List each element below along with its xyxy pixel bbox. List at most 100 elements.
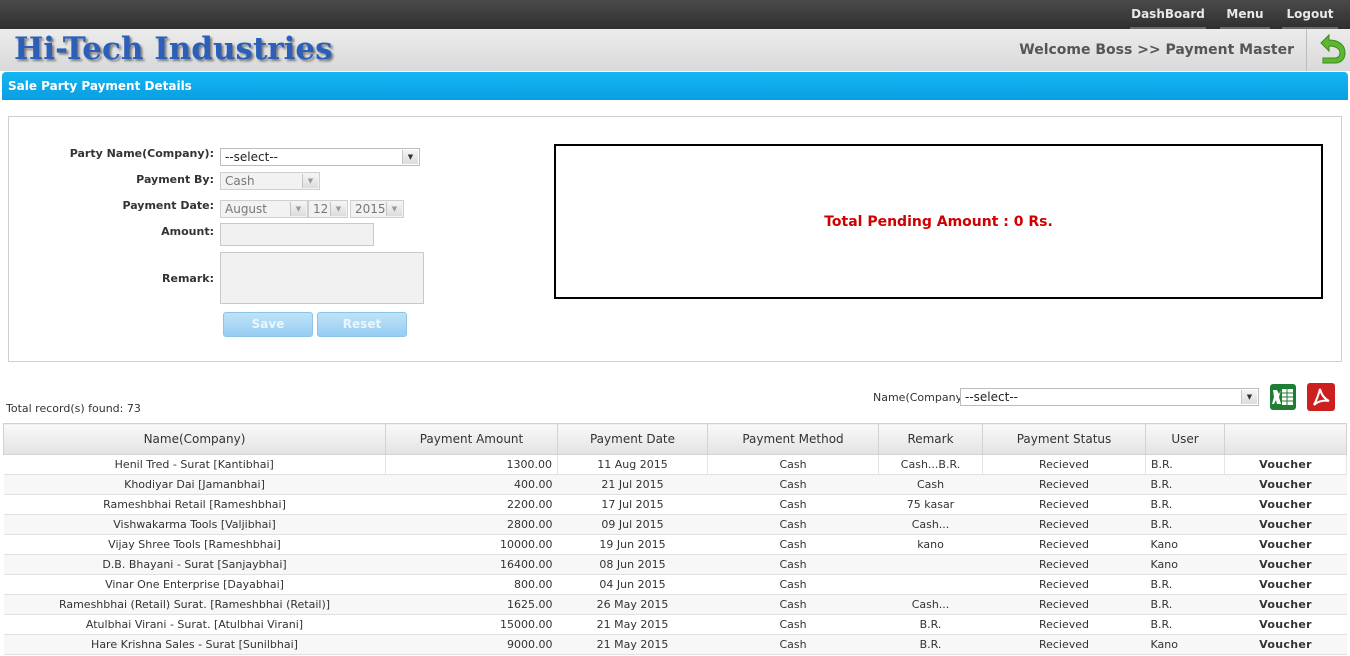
pdf-export-icon bbox=[1307, 383, 1335, 411]
chevron-down-icon: ▼ bbox=[290, 202, 306, 216]
payment-year-select[interactable]: 2015 ▼ bbox=[350, 200, 404, 218]
pdf-export-button[interactable] bbox=[1305, 381, 1337, 413]
cell-amount: 2800.00 bbox=[385, 514, 558, 535]
cell-amount: 10000.00 bbox=[385, 534, 558, 555]
chevron-down-icon: ▼ bbox=[330, 202, 346, 216]
voucher-link[interactable]: Voucher bbox=[1224, 534, 1347, 555]
cell-amount: 2200.00 bbox=[385, 494, 558, 515]
amount-input[interactable] bbox=[220, 223, 374, 246]
nav-dashboard-link[interactable]: DashBoard bbox=[1130, 0, 1206, 29]
cell-method: Cash bbox=[707, 474, 879, 495]
cell-company: D.B. Bhayani - Surat [Sanjaybhai] bbox=[3, 554, 386, 575]
cell-date: 04 Jun 2015 bbox=[557, 574, 708, 595]
cell-status: Recieved bbox=[982, 634, 1146, 655]
cell-method: Cash bbox=[707, 534, 879, 555]
cell-user: B.R. bbox=[1145, 594, 1225, 615]
cell-company: Henil Tred - Surat [Kantibhai] bbox=[3, 454, 386, 475]
cell-user: Kano bbox=[1145, 634, 1225, 655]
cell-status: Recieved bbox=[982, 614, 1146, 635]
cell-remark: Cash bbox=[878, 474, 983, 495]
voucher-link[interactable]: Voucher bbox=[1224, 474, 1347, 495]
cell-company: Hare Krishna Sales - Surat [Sunilbhai] bbox=[3, 634, 386, 655]
cell-amount: 400.00 bbox=[385, 474, 558, 495]
payment-month-select[interactable]: August ▼ bbox=[220, 200, 308, 218]
section-title: Sale Party Payment Details bbox=[8, 79, 192, 93]
voucher-link[interactable]: Voucher bbox=[1224, 554, 1347, 575]
cell-company: Vishwakarma Tools [Valjibhai] bbox=[3, 514, 386, 535]
table-row: Hare Krishna Sales - Surat [Sunilbhai] 90… bbox=[3, 634, 1347, 655]
voucher-link[interactable]: Voucher bbox=[1224, 634, 1347, 655]
col-header-user: User bbox=[1145, 423, 1225, 455]
cell-method: Cash bbox=[707, 494, 879, 515]
cell-date: 19 Jun 2015 bbox=[557, 534, 708, 555]
excel-export-button[interactable] bbox=[1267, 381, 1299, 413]
cell-date: 09 Jul 2015 bbox=[557, 514, 708, 535]
party-name-label: Party Name(Company): bbox=[69, 147, 214, 160]
cell-method: Cash bbox=[707, 634, 879, 655]
cell-company: Vijay Shree Tools [Rameshbhai] bbox=[3, 534, 386, 555]
back-button[interactable] bbox=[1306, 29, 1350, 71]
cell-method: Cash bbox=[707, 574, 879, 595]
nav-menu-link[interactable]: Menu bbox=[1220, 0, 1270, 29]
cell-company: Atulbhai Virani - Surat. [Atulbhai Viran… bbox=[3, 614, 386, 635]
remark-textarea[interactable] bbox=[220, 252, 424, 304]
cell-user: B.R. bbox=[1145, 474, 1225, 495]
amount-label: Amount: bbox=[161, 225, 214, 238]
voucher-link[interactable]: Voucher bbox=[1224, 454, 1347, 475]
col-header-method: Payment Method bbox=[707, 423, 879, 455]
col-header-action bbox=[1224, 423, 1347, 455]
cell-remark bbox=[878, 554, 983, 575]
cell-company: Vinar One Enterprise [Dayabhai] bbox=[3, 574, 386, 595]
cell-user: Kano bbox=[1145, 554, 1225, 575]
payment-by-label: Payment By: bbox=[136, 173, 214, 186]
filter-company-select[interactable]: --select-- ▼ bbox=[960, 388, 1259, 406]
party-name-select[interactable]: --select-- ▼ bbox=[220, 148, 420, 166]
cell-method: Cash bbox=[707, 514, 879, 535]
payments-table: Name(Company) Payment Amount Payment Date P… bbox=[3, 423, 1347, 655]
cell-user: B.R. bbox=[1145, 494, 1225, 515]
cell-user: Kano bbox=[1145, 534, 1225, 555]
table-row: D.B. Bhayani - Surat [Sanjaybhai] 16400.0… bbox=[3, 554, 1347, 575]
col-header-date: Payment Date bbox=[557, 423, 708, 455]
cell-remark: Cash... bbox=[878, 514, 983, 535]
chevron-down-icon: ▼ bbox=[302, 174, 318, 188]
voucher-link[interactable]: Voucher bbox=[1224, 594, 1347, 615]
cell-status: Recieved bbox=[982, 454, 1146, 475]
pending-amount-text: Total Pending Amount : 0 Rs. bbox=[824, 214, 1053, 230]
payment-day-select[interactable]: 12 ▼ bbox=[308, 200, 348, 218]
payment-by-select[interactable]: Cash ▼ bbox=[220, 172, 320, 190]
remark-label: Remark: bbox=[162, 272, 214, 285]
filter-company-value: --select-- bbox=[965, 390, 1018, 404]
cell-remark: B.R. bbox=[878, 634, 983, 655]
chevron-down-icon: ▼ bbox=[1241, 390, 1257, 404]
cell-date: 11 Aug 2015 bbox=[557, 454, 708, 475]
table-row: Vijay Shree Tools [Rameshbhai] 10000.00 19… bbox=[3, 534, 1347, 555]
payment-by-value: Cash bbox=[225, 174, 255, 188]
reset-button[interactable]: Reset bbox=[317, 312, 407, 337]
cell-company: Khodiyar Dai [Jamanbhai] bbox=[3, 474, 386, 495]
section-title-bar: Sale Party Payment Details bbox=[2, 72, 1348, 100]
cell-status: Recieved bbox=[982, 574, 1146, 595]
cell-amount: 800.00 bbox=[385, 574, 558, 595]
cell-amount: 15000.00 bbox=[385, 614, 558, 635]
cell-status: Recieved bbox=[982, 554, 1146, 575]
voucher-link[interactable]: Voucher bbox=[1224, 514, 1347, 535]
payment-date-label: Payment Date: bbox=[122, 199, 214, 212]
table-header-row: Name(Company) Payment Amount Payment Date P… bbox=[3, 423, 1347, 455]
table-row: Rameshbhai (Retail) Surat. [Rameshbhai (… bbox=[3, 594, 1347, 615]
col-header-name: Name(Company) bbox=[3, 423, 386, 455]
voucher-link[interactable]: Voucher bbox=[1224, 494, 1347, 515]
table-row: Vinar One Enterprise [Dayabhai] 800.00 04 … bbox=[3, 574, 1347, 595]
cell-date: 08 Jun 2015 bbox=[557, 554, 708, 575]
voucher-link[interactable]: Voucher bbox=[1224, 574, 1347, 595]
voucher-link[interactable]: Voucher bbox=[1224, 614, 1347, 635]
nav-logout-link[interactable]: Logout bbox=[1282, 0, 1338, 29]
cell-remark: Cash... bbox=[878, 594, 983, 615]
excel-export-icon bbox=[1270, 384, 1296, 410]
total-records-count: Total record(s) found: 73 bbox=[6, 402, 141, 415]
cell-company: Rameshbhai (Retail) Surat. [Rameshbhai (… bbox=[3, 594, 386, 615]
save-button[interactable]: Save bbox=[223, 312, 313, 337]
company-logo: Hi-Tech Industries bbox=[14, 31, 333, 67]
col-header-status: Payment Status bbox=[982, 423, 1146, 455]
table-body: Henil Tred - Surat [Kantibhai] 1300.00 11 … bbox=[3, 454, 1347, 655]
